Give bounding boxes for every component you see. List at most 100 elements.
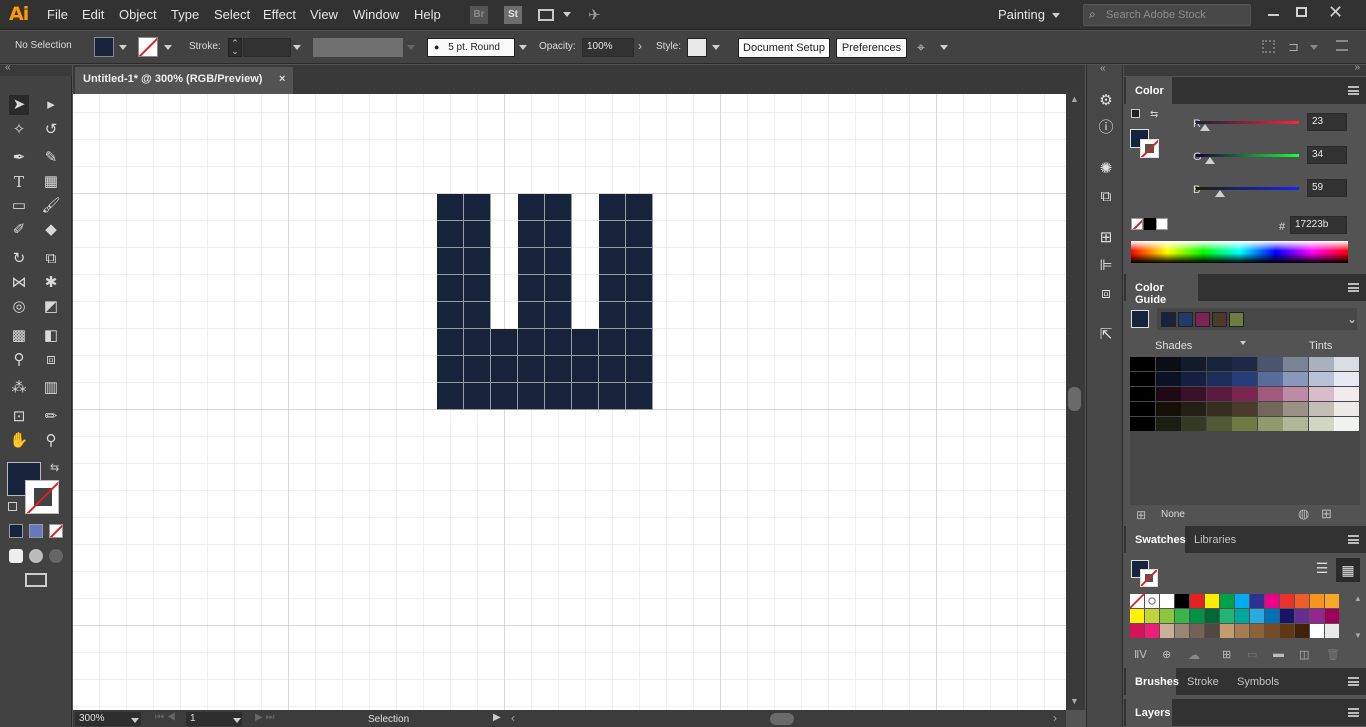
- menu-window[interactable]: Window: [353, 7, 399, 22]
- stroke-weight-field[interactable]: [243, 38, 291, 57]
- rectangle-tool-icon[interactable]: ▭: [9, 196, 29, 216]
- color-swatch[interactable]: [1325, 594, 1339, 608]
- blue-value-field[interactable]: 59: [1307, 179, 1347, 197]
- expand-dock-icon[interactable]: «: [1100, 63, 1106, 74]
- variation-swatch[interactable]: [1181, 372, 1206, 386]
- base-color-swatch[interactable]: [1131, 310, 1149, 328]
- color-swatch[interactable]: [1265, 609, 1279, 623]
- variation-swatch[interactable]: [1155, 357, 1181, 371]
- scroll-down-icon[interactable]: ▼: [1070, 696, 1079, 706]
- eyedropper-tool-icon[interactable]: ⚲: [9, 350, 29, 370]
- variation-swatch[interactable]: [1283, 402, 1308, 416]
- rotate-tool-icon[interactable]: ↻: [9, 249, 29, 269]
- workspace-switcher[interactable]: Painting: [998, 7, 1045, 22]
- swatch-scroll-up-icon[interactable]: ▲: [1354, 594, 1362, 603]
- symbol-sprayer-tool-icon[interactable]: ⁂: [9, 378, 29, 398]
- screen-mode-icon[interactable]: [25, 573, 47, 587]
- panel-menu-icon[interactable]: [1348, 677, 1359, 686]
- color-swatch[interactable]: [1145, 624, 1159, 638]
- color-swatch[interactable]: [1295, 624, 1309, 638]
- color-swatch[interactable]: [1190, 609, 1204, 623]
- vertical-scrollbar[interactable]: ▲ ▼: [1066, 94, 1085, 710]
- line-segment-tool-icon[interactable]: ▦: [41, 172, 61, 192]
- variation-swatch[interactable]: [1334, 387, 1359, 401]
- color-swatch[interactable]: [1160, 624, 1174, 638]
- horizontal-scroll-thumb[interactable]: [770, 713, 794, 725]
- edit-colors-icon[interactable]: ◍: [1298, 506, 1309, 522]
- color-swatch[interactable]: [1220, 624, 1234, 638]
- none-swatch[interactable]: [1130, 594, 1144, 608]
- stock-icon[interactable]: St: [504, 6, 522, 24]
- close-window-icon[interactable]: ✕: [1328, 2, 1343, 23]
- color-swatch[interactable]: [1280, 594, 1294, 608]
- color-panel-tab[interactable]: Color: [1126, 77, 1172, 104]
- graphic-styles-icon[interactable]: ⧉: [1096, 187, 1116, 207]
- green-value-field[interactable]: 34: [1307, 146, 1347, 164]
- slice-tool-icon[interactable]: ✏: [41, 407, 61, 427]
- color-swatch[interactable]: [1280, 609, 1294, 623]
- variation-swatch[interactable]: [1130, 372, 1155, 386]
- scroll-right-icon[interactable]: ›: [1053, 711, 1057, 725]
- scale-tool-icon[interactable]: ⧉: [41, 249, 61, 269]
- variation-swatch[interactable]: [1130, 387, 1155, 401]
- variable-width-profile[interactable]: [313, 38, 403, 57]
- delete-swatch-icon[interactable]: 🗑: [1326, 648, 1340, 661]
- variation-swatch[interactable]: [1181, 357, 1206, 371]
- color-swatch[interactable]: [1220, 594, 1234, 608]
- blue-slider-thumb[interactable]: [1214, 190, 1225, 197]
- variation-swatch[interactable]: [1257, 402, 1283, 416]
- direct-selection-tool-icon[interactable]: ▸: [41, 95, 61, 115]
- variation-swatch[interactable]: [1155, 372, 1181, 386]
- color-swatch[interactable]: [1310, 609, 1324, 623]
- symbols-dock-icon[interactable]: ✺: [1096, 159, 1116, 179]
- harmony-rules-bar[interactable]: [1157, 308, 1357, 330]
- green-slider-thumb[interactable]: [1204, 157, 1215, 164]
- type-tool-icon[interactable]: T: [9, 172, 29, 192]
- status-menu-icon[interactable]: ▶: [493, 712, 501, 723]
- transform-dock-icon[interactable]: ⊞: [1096, 228, 1116, 248]
- transform-icon[interactable]: ⊐: [1288, 39, 1299, 55]
- stroke-color-box[interactable]: [25, 480, 59, 514]
- stock-search-box[interactable]: ⌕ Search Adobe Stock: [1083, 4, 1251, 26]
- variation-swatch[interactable]: [1257, 417, 1283, 431]
- color-swatch[interactable]: [1205, 609, 1219, 623]
- color-mode-icon[interactable]: [9, 524, 23, 538]
- variation-swatch[interactable]: [1232, 372, 1257, 386]
- variation-swatch[interactable]: [1181, 387, 1206, 401]
- variation-swatch[interactable]: [1283, 417, 1308, 431]
- color-swatch[interactable]: [1160, 594, 1174, 608]
- list-view-icon[interactable]: ☰: [1312, 560, 1332, 580]
- color-swatch[interactable]: [1160, 609, 1174, 623]
- cloud-libraries-icon[interactable]: ☁: [1188, 648, 1200, 662]
- variation-swatch[interactable]: [1334, 372, 1359, 386]
- chevron-right-icon[interactable]: ›: [638, 39, 642, 53]
- swatch-libraries-menu-icon[interactable]: ⅡⅤ: [1134, 648, 1147, 661]
- magic-wand-tool-icon[interactable]: ✧: [9, 120, 29, 140]
- variation-swatch[interactable]: [1232, 402, 1257, 416]
- appearance-icon[interactable]: ⚙: [1096, 91, 1116, 111]
- show-kinds-icon[interactable]: ⊞: [1222, 648, 1231, 661]
- color-swatch[interactable]: [1250, 624, 1264, 638]
- default-fill-stroke-icon[interactable]: [8, 502, 17, 511]
- variation-swatch[interactable]: [1257, 387, 1283, 401]
- color-swatch[interactable]: [1235, 594, 1249, 608]
- align-icon[interactable]: [1262, 40, 1275, 53]
- variation-swatch[interactable]: [1155, 402, 1181, 416]
- swatch-scroll-down-icon[interactable]: ▼: [1354, 631, 1362, 640]
- red-slider[interactable]: [1196, 121, 1299, 124]
- opacity-field[interactable]: 100%: [582, 38, 634, 57]
- color-swatch[interactable]: [1175, 594, 1189, 608]
- new-swatch-icon[interactable]: ◫: [1299, 648, 1309, 661]
- variation-swatch[interactable]: [1257, 357, 1283, 371]
- color-swatch[interactable]: [1235, 624, 1249, 638]
- variation-swatch[interactable]: [1206, 387, 1232, 401]
- arrange-documents-icon[interactable]: [538, 9, 554, 21]
- new-color-group-icon[interactable]: ▬: [1273, 648, 1284, 660]
- color-swatch[interactable]: [1175, 624, 1189, 638]
- menu-effect[interactable]: Effect: [263, 7, 296, 22]
- swap-fill-stroke-icon[interactable]: ⇆: [50, 461, 59, 474]
- libraries-tab[interactable]: Libraries: [1185, 526, 1245, 553]
- menu-edit[interactable]: Edit: [82, 7, 104, 22]
- menu-object[interactable]: Object: [119, 7, 157, 22]
- search-input[interactable]: Search Adobe Stock: [1106, 9, 1206, 21]
